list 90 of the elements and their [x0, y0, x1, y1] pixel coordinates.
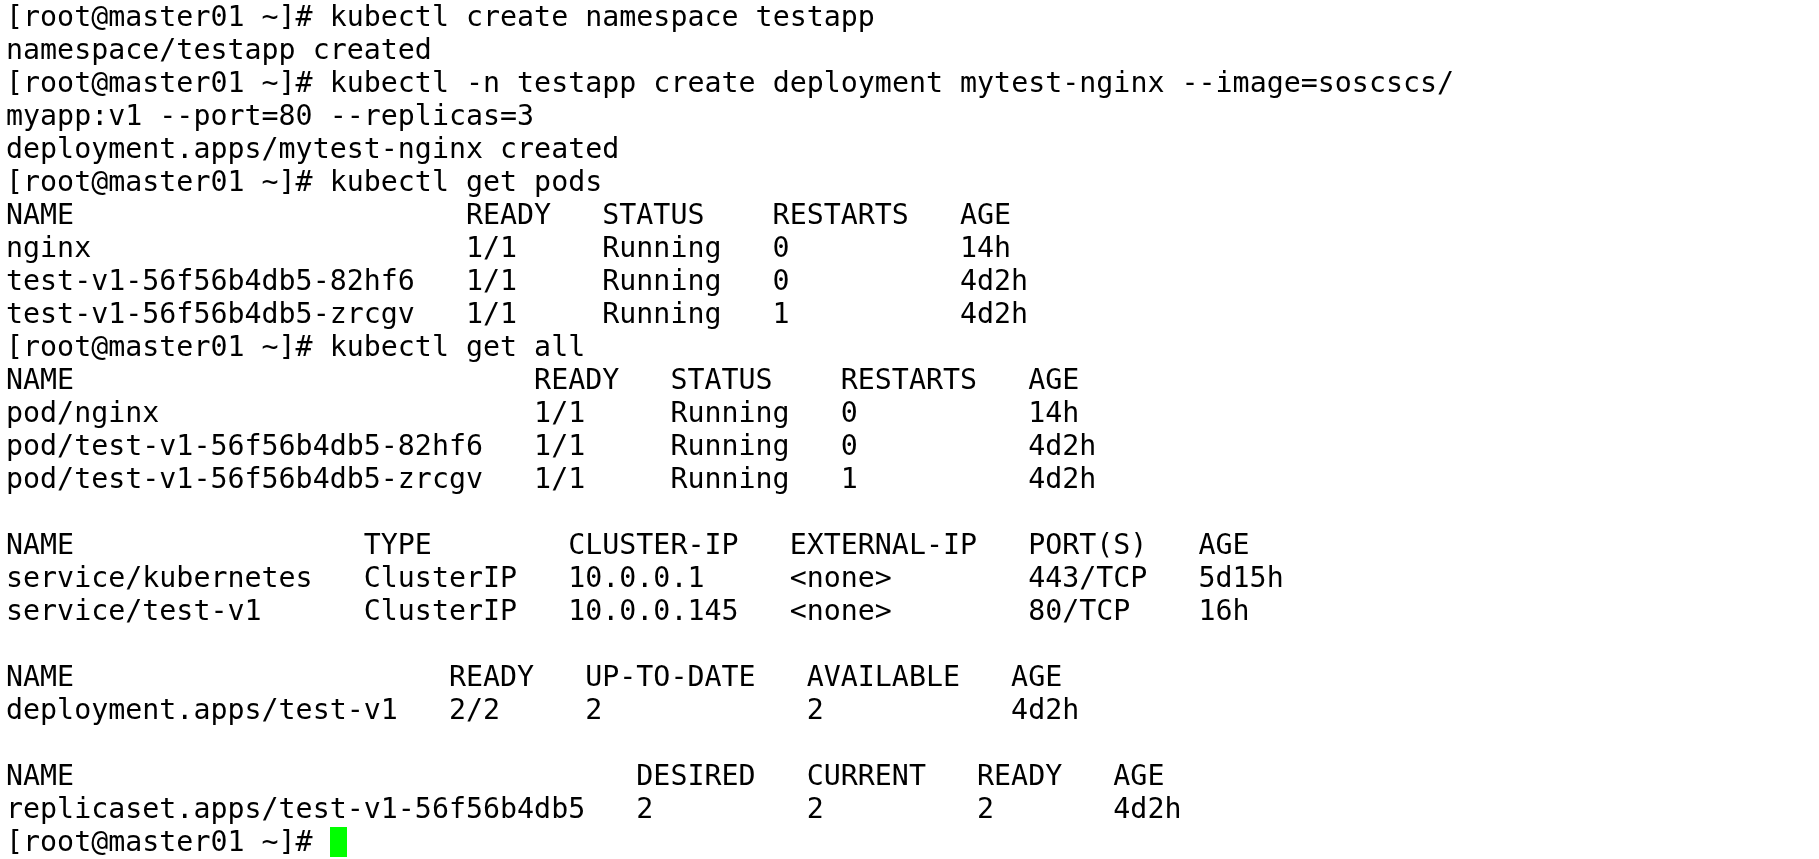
column-header: AVAILABLE [806, 660, 960, 693]
shell-prompt: [root@master01 ~]# [6, 330, 313, 363]
table-cell: Running [602, 231, 722, 264]
table-cell: 0 [772, 264, 790, 297]
table-cell: 1 [840, 462, 858, 495]
table-cell: 10.0.0.145 [568, 594, 739, 627]
table-cell: test-v1-56f56b4db5-zrcgv [6, 297, 415, 330]
table-cell: 2/2 [448, 693, 501, 726]
column-header: NAME [6, 528, 75, 561]
column-header: DESIRED [636, 759, 756, 792]
table-cell: 4d2h [1028, 429, 1097, 462]
table-cell: 4d2h [1113, 792, 1182, 825]
column-header: RESTARTS [772, 198, 909, 231]
table-cell: <none> [789, 594, 892, 627]
column-header: PORT(S) [1028, 528, 1148, 561]
table-cell: pod/test-v1-56f56b4db5-zrcgv [6, 462, 483, 495]
table-cell: 1/1 [465, 231, 518, 264]
table-cell: pod/nginx [6, 396, 160, 429]
shell-prompt: [root@master01 ~]# [6, 66, 313, 99]
table-cell: <none> [789, 561, 892, 594]
table-cell: 2 [806, 792, 824, 825]
table-cell: 4d2h [960, 297, 1029, 330]
table-cell: 1/1 [465, 297, 518, 330]
table-cell: 4d2h [960, 264, 1029, 297]
column-header: STATUS [670, 363, 773, 396]
table-cell: 443/TCP [1028, 561, 1148, 594]
table-cell: 1 [772, 297, 790, 330]
output-text: myapp:v1 --port=80 --replicas=3 [6, 99, 535, 132]
table-cell: service/kubernetes [6, 561, 313, 594]
column-header: NAME [6, 759, 75, 792]
table-cell: 14h [960, 231, 1012, 264]
table-cell: 0 [840, 396, 858, 429]
table-cell: Running [670, 462, 790, 495]
column-header: TYPE [363, 528, 432, 561]
table-cell: service/test-v1 [6, 594, 262, 627]
table-cell: pod/test-v1-56f56b4db5-82hf6 [6, 429, 483, 462]
column-header: READY [534, 363, 620, 396]
command-text: kubectl -n testapp create deployment mytest-nginx --image=soscscs/ [329, 66, 1455, 99]
column-header: READY [448, 660, 535, 693]
table-cell: test-v1-56f56b4db5-82hf6 [6, 264, 415, 297]
table-cell: replicaset.apps/test-v1-56f56b4db5 [6, 792, 586, 825]
column-header: AGE [1028, 363, 1080, 396]
table-cell: ClusterIP [363, 561, 518, 594]
table-cell: Running [602, 264, 722, 297]
table-cell: 2 [806, 693, 824, 726]
column-header: EXTERNAL-IP [789, 528, 978, 561]
column-header: CURRENT [806, 759, 926, 792]
shell-prompt: [root@master01 ~]# [6, 0, 313, 33]
column-header: AGE [1113, 759, 1165, 792]
table-cell: 1/1 [534, 462, 586, 495]
table-cell: 2 [585, 693, 603, 726]
table-cell: ClusterIP [363, 594, 518, 627]
column-header: NAME [6, 660, 75, 693]
command-text: kubectl get all [329, 330, 586, 363]
shell-prompt: [root@master01 ~]# [6, 165, 313, 198]
column-header: RESTARTS [840, 363, 978, 396]
table-cell: 0 [840, 429, 858, 462]
column-header: READY [465, 198, 552, 231]
shell-prompt: [root@master01 ~]# [6, 825, 313, 858]
table-cell: 5d15h [1198, 561, 1284, 594]
column-header: READY [977, 759, 1063, 792]
table-cell: 16h [1198, 594, 1250, 627]
table-cell: 4d2h [1011, 693, 1080, 726]
output-text: deployment.apps/mytest-nginx created [6, 132, 620, 165]
table-cell: 14h [1028, 396, 1080, 429]
column-header: NAME [6, 198, 75, 231]
table-cell: 4d2h [1028, 462, 1097, 495]
column-header: NAME [6, 363, 75, 396]
table-cell: 2 [977, 792, 995, 825]
table-cell: Running [670, 396, 790, 429]
column-header: UP-TO-DATE [585, 660, 756, 693]
table-cell: 2 [636, 792, 654, 825]
table-cell: 10.0.0.1 [568, 561, 705, 594]
column-header: AGE [1198, 528, 1250, 561]
column-header: STATUS [602, 198, 705, 231]
command-text: kubectl get pods [329, 165, 603, 198]
table-cell: 1/1 [465, 264, 518, 297]
table-cell: 1/1 [534, 429, 586, 462]
table-cell: 1/1 [534, 396, 586, 429]
column-header: CLUSTER-IP [568, 528, 739, 561]
table-cell: Running [602, 297, 722, 330]
output-text: namespace/testapp created [6, 33, 432, 66]
table-cell: 0 [772, 231, 790, 264]
column-header: AGE [1011, 660, 1063, 693]
column-header: AGE [960, 198, 1012, 231]
table-cell: 80/TCP [1028, 594, 1131, 627]
table-cell: Running [670, 429, 790, 462]
table-cell: deployment.apps/test-v1 [6, 693, 398, 726]
table-cell: nginx [6, 231, 92, 264]
command-text: kubectl create namespace testapp [329, 0, 875, 33]
